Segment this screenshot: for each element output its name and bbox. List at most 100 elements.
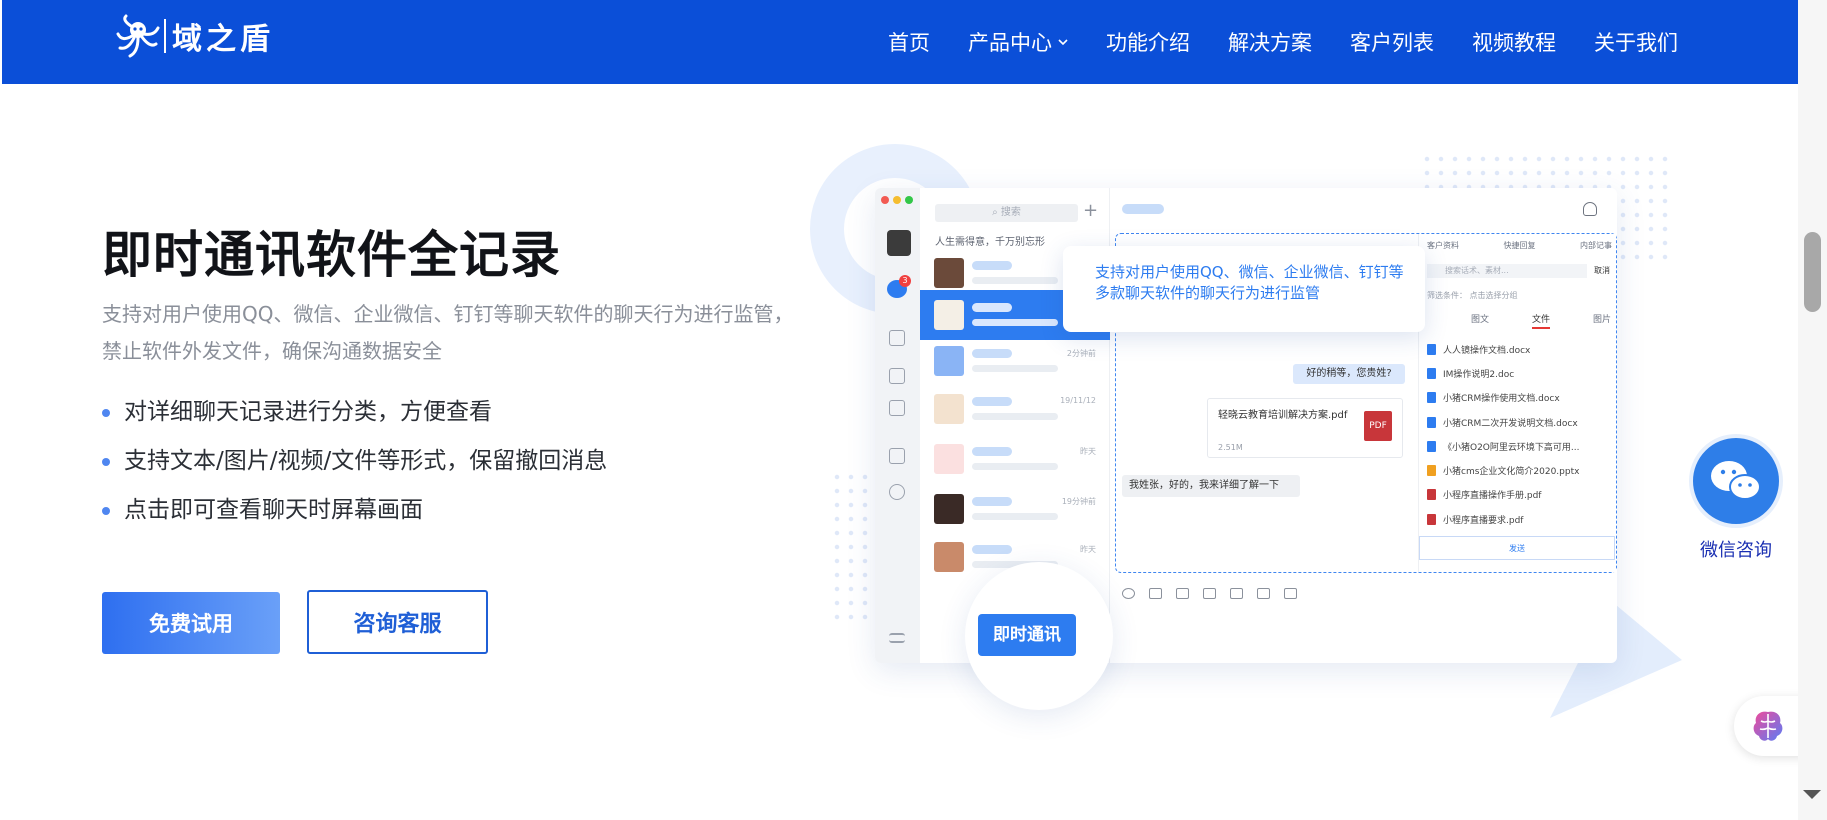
word-file-icon xyxy=(1427,440,1436,452)
side-tabs: 客户资料 快捷回复 内部记事 xyxy=(1427,240,1612,251)
word-file-icon xyxy=(1427,367,1436,379)
logo[interactable]: 域之盾 xyxy=(114,14,274,58)
conversation-time: 昨天 xyxy=(1080,447,1096,456)
material-side-panel: 客户资料 快捷回复 内部记事 搜索话术、素材... 取消 筛选条件： 点击选择分… xyxy=(1418,234,1616,572)
scrollbar-track[interactable] xyxy=(1798,0,1827,820)
list-item[interactable]: 小程序直播操作手册.pdf xyxy=(1427,483,1579,507)
top-navbar: 域之盾 首页 产品中心 功能介绍 解决方案 客户列表 视频教程 关于我们 xyxy=(2,0,1798,84)
search-placeholder: 搜索 xyxy=(1000,207,1021,218)
avatar xyxy=(934,300,964,330)
file-list-name: 小程序直播要求.pdf xyxy=(1443,515,1524,526)
list-item[interactable]: 19分钟前 xyxy=(920,484,1110,534)
pdf-file-icon: PDF xyxy=(1364,411,1392,441)
feature-text: 点击即可查看聊天时屏幕画面 xyxy=(124,497,423,523)
file-list: 人人镜操作文档.docx IM操作说明2.doc 小猪CRM操作使用文档.doc… xyxy=(1427,337,1579,531)
wechat-consult-widget[interactable]: 微信咨询 xyxy=(1686,434,1786,562)
list-item[interactable]: 小猪CRM操作使用文档.docx xyxy=(1427,386,1579,410)
word-file-icon xyxy=(1427,416,1436,428)
chat-title-placeholder xyxy=(1122,204,1164,214)
hero-title: 即时通讯软件全记录 xyxy=(102,226,561,284)
nav-features[interactable]: 功能介绍 xyxy=(1106,27,1190,57)
list-item[interactable]: 小猪CRM二次开发说明文档.docx xyxy=(1427,410,1579,434)
file-list-name: 小程序直播操作手册.pdf xyxy=(1443,491,1542,502)
tab-customer-info[interactable]: 客户资料 xyxy=(1427,240,1459,251)
avatar xyxy=(934,494,964,524)
file-size: 2.51M xyxy=(1218,443,1243,452)
nav-solutions[interactable]: 解决方案 xyxy=(1228,27,1312,57)
calendar-icon xyxy=(889,368,905,384)
file-list-name: 《小猪O2O阿里云环境下高可用... xyxy=(1443,442,1580,453)
main-nav: 首页 产品中心 功能介绍 解决方案 客户列表 视频教程 关于我们 xyxy=(850,0,1678,84)
side-search-input[interactable]: 搜索话术、素材... xyxy=(1427,264,1587,278)
maximize-dot-icon xyxy=(905,196,913,204)
bullet-dot-icon xyxy=(102,458,110,466)
tab-quick-reply[interactable]: 快捷回复 xyxy=(1504,240,1536,251)
feature-list: 对详细聊天记录进行分类，方便查看 支持文本/图片/视频/文件等形式，保留撤回消息… xyxy=(102,392,607,539)
brain-icon xyxy=(1753,711,1783,741)
feature-item: 对详细聊天记录进行分类，方便查看 xyxy=(102,392,607,441)
logo-text: 域之盾 xyxy=(172,22,274,57)
list-item[interactable]: 小猪cms企业文化简介2020.pptx xyxy=(1427,458,1579,482)
nav-videos[interactable]: 视频教程 xyxy=(1472,27,1556,57)
file-icon[interactable] xyxy=(1203,588,1216,599)
list-item[interactable]: 19/11/12 xyxy=(920,384,1110,434)
side-search-cancel[interactable]: 取消 xyxy=(1594,265,1610,276)
subtab-file[interactable]: 文件 xyxy=(1531,312,1550,329)
screen-icon[interactable] xyxy=(1284,588,1297,599)
conversation-time: 昨天 xyxy=(1080,545,1096,554)
file-name: 轻晓云教育培训解决方案.pdf xyxy=(1218,410,1348,421)
file-list-name: 小猪CRM二次开发说明文档.docx xyxy=(1443,418,1578,429)
menu-icon xyxy=(889,633,905,643)
feature-item: 支持文本/图片/视频/文件等形式，保留撤回消息 xyxy=(102,441,607,490)
list-item[interactable]: 人人镜操作文档.docx xyxy=(1427,337,1579,361)
list-item[interactable]: 小程序直播要求.pdf xyxy=(1427,507,1579,531)
nav-home[interactable]: 首页 xyxy=(888,27,930,57)
user-icon[interactable] xyxy=(1583,202,1597,216)
scissors-icon[interactable] xyxy=(1149,588,1162,599)
list-item[interactable]: 2分钟前 xyxy=(920,336,1110,386)
nav-about-label: 关于我们 xyxy=(1594,31,1678,55)
subtab-image[interactable]: 图片 xyxy=(1593,312,1611,329)
file-list-name: IM操作说明2.doc xyxy=(1443,369,1515,380)
im-badge-button[interactable]: 即时通讯 xyxy=(978,614,1076,656)
emoji-icon[interactable] xyxy=(1122,588,1135,599)
ai-assistant-widget[interactable] xyxy=(1734,696,1806,756)
send-button[interactable]: 发送 xyxy=(1419,536,1615,560)
avatar xyxy=(887,230,911,256)
phone-icon[interactable] xyxy=(1257,588,1270,599)
status-motto: 人生需得意，千万别忘形 xyxy=(935,237,1045,248)
pdf-file-icon xyxy=(1427,513,1436,525)
tab-internal-note[interactable]: 内部记事 xyxy=(1580,240,1612,251)
wechat-consult-label: 微信咨询 xyxy=(1700,540,1772,561)
free-trial-button[interactable]: 免费试用 xyxy=(102,592,280,654)
file-message-card[interactable]: 轻晓云教育培训解决方案.pdf 2.51M PDF xyxy=(1207,398,1403,458)
side-filter[interactable]: 筛选条件： 点击选择分组 xyxy=(1427,290,1518,301)
nav-customers[interactable]: 客户列表 xyxy=(1350,27,1434,57)
subtab-graphic[interactable]: 图文 xyxy=(1471,312,1489,329)
search-icon: ⌕ xyxy=(992,207,1001,218)
folder-icon[interactable] xyxy=(1230,588,1243,599)
list-item[interactable]: 《小猪O2O阿里云环境下高可用... xyxy=(1427,434,1579,458)
list-item[interactable]: 昨天 xyxy=(920,434,1110,484)
scrollbar-thumb[interactable] xyxy=(1804,232,1821,312)
nav-solutions-label: 解决方案 xyxy=(1228,31,1312,55)
bullet-dot-icon xyxy=(102,507,110,515)
org-chart-icon xyxy=(889,330,905,346)
conversation-time: 19/11/12 xyxy=(1060,396,1096,405)
consult-service-button[interactable]: 咨询客服 xyxy=(307,590,488,654)
nav-home-label: 首页 xyxy=(888,31,930,55)
pdf-file-icon xyxy=(1427,489,1436,501)
image-icon[interactable] xyxy=(1176,588,1189,599)
conversation-search[interactable]: ⌕ 搜索 xyxy=(935,204,1078,222)
avatar xyxy=(934,258,964,288)
add-icon[interactable]: + xyxy=(1083,200,1098,221)
feature-text: 对详细聊天记录进行分类，方便查看 xyxy=(124,399,492,425)
list-item[interactable]: IM操作说明2.doc xyxy=(1427,361,1579,385)
word-file-icon xyxy=(1427,343,1436,355)
nav-about[interactable]: 关于我们 xyxy=(1594,27,1678,57)
scroll-down-arrow-icon[interactable] xyxy=(1803,790,1821,799)
octopus-logo-icon xyxy=(116,14,160,58)
apps-grid-icon xyxy=(889,400,905,416)
close-dot-icon xyxy=(881,196,889,204)
nav-products[interactable]: 产品中心 xyxy=(968,27,1068,57)
